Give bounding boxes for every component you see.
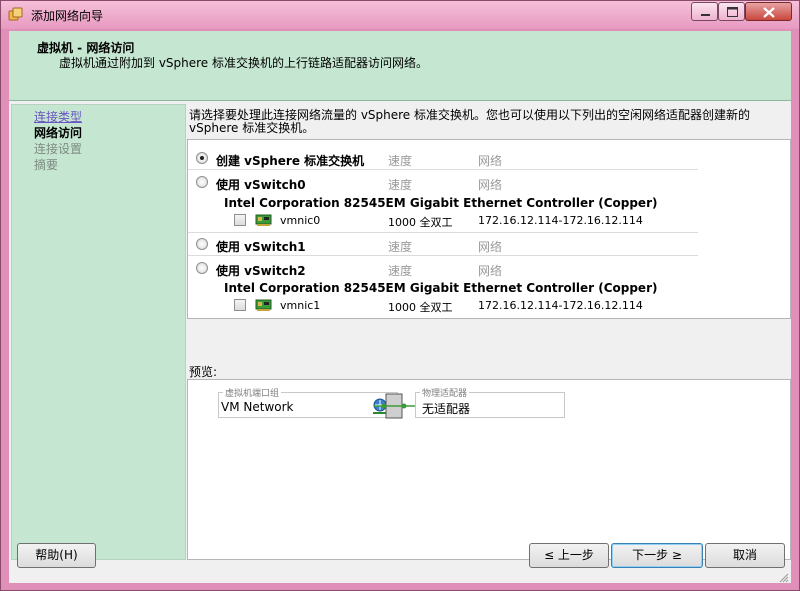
switch-selection-list: 创建 vSphere 标准交换机 速度 网络 使用 vSwitch0 速度 网络… — [187, 139, 791, 319]
network-card-icon — [255, 298, 273, 315]
nic-name: vmnic0 — [280, 214, 321, 227]
maximize-button[interactable] — [718, 2, 745, 21]
nic-row-vmnic0: vmnic0 1000 全双工 172.16.12.114-172.16.12.… — [188, 211, 698, 231]
option-label: 使用 vSwitch1 — [216, 240, 306, 254]
title-bar[interactable]: 添加网络向导 — [1, 1, 799, 29]
speed-header: 速度 — [388, 178, 413, 192]
option-label: 使用 vSwitch0 — [216, 178, 306, 192]
resize-grip-icon[interactable] — [779, 572, 789, 586]
switch-diagram-icon — [374, 386, 418, 425]
network-header: 网络 — [478, 154, 503, 168]
cancel-button[interactable]: 取消 — [705, 543, 785, 568]
speed-header: 速度 — [388, 264, 413, 278]
help-button[interactable]: 帮助(H) — [17, 543, 96, 568]
nic-network: 172.16.12.114-172.16.12.114 — [478, 299, 643, 312]
page-description: 虚拟机通过附加到 vSphere 标准交换机的上行链路适配器访问网络。 — [59, 56, 429, 70]
nic-speed: 1000 全双工 — [388, 301, 453, 314]
close-button[interactable] — [745, 2, 792, 21]
port-group-name: VM Network — [221, 400, 294, 414]
network-header: 网络 — [478, 178, 503, 192]
option-vswitch2[interactable]: 使用 vSwitch2 速度 网络 — [188, 258, 698, 280]
adapter-description: Intel Corporation 82545EM Gigabit Ethern… — [224, 196, 658, 210]
option-label: 创建 vSphere 标准交换机 — [216, 154, 365, 168]
back-button[interactable]: ≤ 上一步 — [529, 543, 609, 568]
speed-header: 速度 — [388, 240, 413, 254]
wizard-main: 请选择要处理此连接网络流量的 vSphere 标准交换机。您也可以使用以下列出的… — [187, 104, 791, 560]
option-create-switch[interactable]: 创建 vSphere 标准交换机 速度 网络 — [188, 148, 698, 170]
physical-adapter-value: 无适配器 — [422, 402, 471, 416]
nav-step-connection-settings: 连接设置 — [34, 142, 83, 156]
nav-step-connection-type[interactable]: 连接类型 — [34, 109, 82, 125]
radio-vswitch0[interactable] — [196, 176, 208, 188]
checkbox-vmnic0[interactable] — [234, 214, 246, 226]
next-button[interactable]: 下一步 ≥ — [611, 543, 703, 568]
nic-network: 172.16.12.114-172.16.12.114 — [478, 214, 643, 227]
divider — [188, 169, 698, 170]
physical-adapter-box: 物理适配器 无适配器 — [415, 386, 565, 418]
port-group-box: 虚拟机端口组 VM Network — [218, 386, 398, 418]
nav-step-network-access: 网络访问 — [34, 126, 83, 140]
radio-vswitch2[interactable] — [196, 262, 208, 274]
window-title: 添加网络向导 — [31, 9, 104, 23]
divider — [188, 232, 698, 233]
port-group-legend: 虚拟机端口组 — [223, 386, 282, 399]
radio-create-switch[interactable] — [196, 152, 208, 164]
divider — [188, 255, 698, 256]
speed-header: 速度 — [388, 154, 413, 168]
minimize-button[interactable] — [691, 2, 718, 21]
nic-name: vmnic1 — [280, 299, 321, 312]
wizard-step-nav: 连接类型 网络访问 连接设置 摘要 — [11, 104, 186, 560]
network-header: 网络 — [478, 240, 503, 254]
nic-speed: 1000 全双工 — [388, 216, 453, 229]
network-header: 网络 — [478, 264, 503, 278]
instruction-text: 请选择要处理此连接网络流量的 vSphere 标准交换机。您也可以使用以下列出的… — [189, 108, 751, 135]
nav-step-summary: 摘要 — [34, 158, 59, 172]
wizard-client-area: 虚拟机 - 网络访问 虚拟机通过附加到 vSphere 标准交换机的上行链路适配… — [9, 31, 791, 583]
wizard-header: 虚拟机 - 网络访问 虚拟机通过附加到 vSphere 标准交换机的上行链路适配… — [9, 31, 791, 101]
option-vswitch0[interactable]: 使用 vSwitch0 速度 网络 — [188, 172, 698, 194]
checkbox-vmnic1[interactable] — [234, 299, 246, 311]
nic-row-vmnic1: vmnic1 1000 全双工 172.16.12.114-172.16.12.… — [188, 296, 698, 316]
wizard-window: 添加网络向导 虚拟机 - 网络访问 虚拟机通过附加到 vSphere 标准交换机… — [0, 0, 800, 591]
app-icon — [8, 7, 24, 23]
adapter-description: Intel Corporation 82545EM Gigabit Ethern… — [224, 281, 658, 295]
radio-vswitch1[interactable] — [196, 238, 208, 250]
preview-label: 预览: — [189, 365, 218, 379]
option-label: 使用 vSwitch2 — [216, 264, 306, 278]
network-card-icon — [255, 213, 273, 230]
physical-adapter-legend: 物理适配器 — [420, 386, 470, 399]
option-vswitch1[interactable]: 使用 vSwitch1 速度 网络 — [188, 234, 698, 256]
preview-panel: 虚拟机端口组 VM Network 物理适配器 无适配器 — [187, 379, 791, 560]
